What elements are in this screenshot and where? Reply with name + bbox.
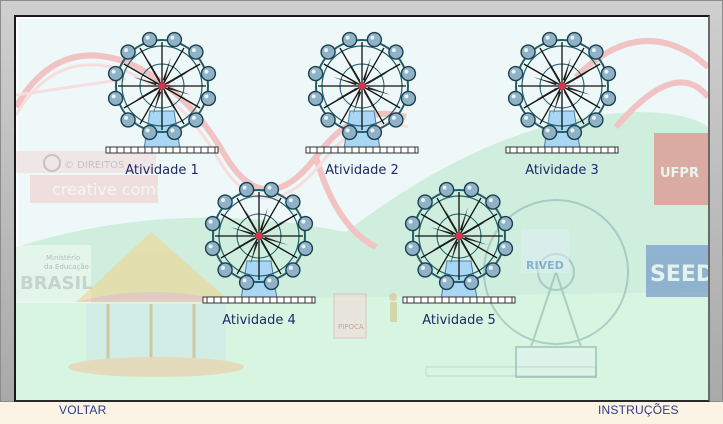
ferris-wheel-icon (105, 31, 219, 154)
activity-label: Atividade 2 (325, 163, 399, 178)
activity-3-button[interactable]: Atividade 3 (500, 31, 624, 179)
ministry-logo: Ministério da Educação BRASIL (16, 245, 93, 303)
activity-label: Atividade 3 (525, 163, 599, 178)
ufpr-text: UFPR (660, 166, 699, 181)
stage: © DIREITOS creative commons Ministério d… (14, 15, 710, 402)
ministry-brand: BRASIL (20, 273, 93, 294)
window-frame: © DIREITOS creative commons Ministério d… (0, 0, 723, 402)
back-button[interactable]: VOLTAR (59, 403, 106, 417)
rived-logo: RIVED (521, 229, 569, 273)
activity-4-button[interactable]: Atividade 4 (197, 181, 321, 329)
license-brand-text: creative commons (52, 180, 200, 199)
activity-label: Atividade 4 (222, 313, 296, 328)
activity-label: Atividade 5 (422, 313, 496, 328)
ferris-wheel-icon (305, 31, 419, 154)
ferris-wheel-icon (505, 31, 619, 154)
seed-text: SEED (650, 262, 708, 287)
ufpr-logo: UFPR (654, 133, 708, 205)
popcorn-sign: PIPOCA (338, 323, 364, 331)
ministry-line1: Ministério (46, 254, 80, 262)
activity-1-button[interactable]: Atividade 1 (100, 31, 224, 179)
instructions-button[interactable]: INSTRUÇÕES (598, 403, 679, 417)
activity-5-button[interactable]: Atividade 5 (397, 181, 521, 329)
ferris-wheel-icon (202, 181, 316, 304)
ferris-wheel-icon (402, 181, 516, 304)
activity-label: Atividade 1 (125, 163, 199, 178)
seed-logo: SEED (646, 245, 708, 297)
rived-text: RIVED (526, 259, 564, 272)
activity-2-button[interactable]: Atividade 2 (300, 31, 424, 179)
ministry-line2: da Educação (44, 263, 89, 271)
